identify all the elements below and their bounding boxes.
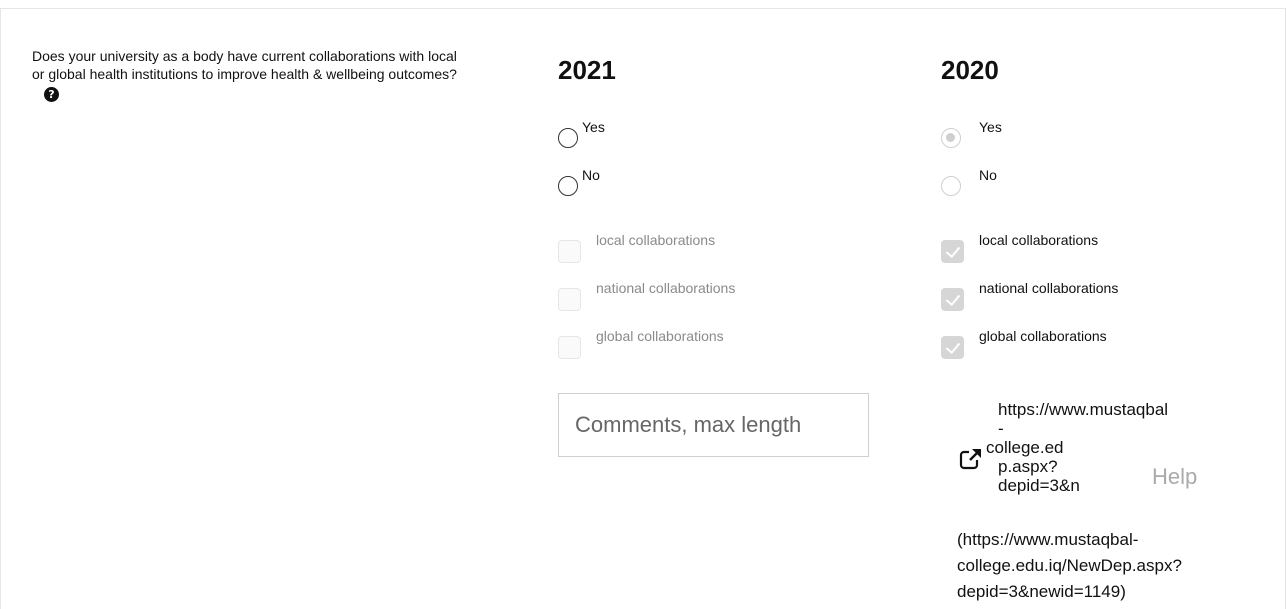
radio-button[interactable] [558,176,578,196]
link-line: https://www.mustaqbal [998,400,1169,419]
full-url-line: (https://www.mustaqbal- [957,530,1139,549]
checkbox[interactable] [558,288,581,311]
year-heading-2020: 2020 [941,55,999,85]
checkbox-label: national collaborations [979,280,1119,296]
radio-label: Yes [582,119,605,135]
link-line: - [998,419,1004,438]
radio-label: No [979,167,997,183]
question-circle-icon[interactable]: ? [44,87,59,102]
radio-button[interactable] [558,128,578,148]
external-link-icon[interactable] [959,447,983,471]
full-url: (https://www.mustaqbal- college.edu.iq/N… [957,527,1277,605]
checkbox-label: global collaborations [596,328,724,344]
question-block: Does your university as a body have curr… [32,47,472,102]
checkbox-label: national collaborations [596,280,736,296]
checkbox[interactable] [941,336,964,359]
checkbox[interactable] [558,336,581,359]
checkbox-label: global collaborations [979,328,1107,344]
help-label[interactable]: Help [1152,466,1197,488]
checkbox[interactable] [941,240,964,263]
year-heading-2021: 2021 [558,55,616,85]
checkbox-label: local collaborations [979,232,1099,248]
radio-button[interactable] [941,128,961,148]
comments-field[interactable]: Comments, max length [558,393,869,457]
radio-button[interactable] [941,176,961,196]
radio-label: Yes [979,119,1002,135]
checkbox[interactable] [941,288,964,311]
question-text: Does your university as a body have curr… [32,48,457,82]
full-url-line: college.edu.iq/NewDep.aspx? [957,556,1182,575]
checkbox-label: local collaborations [596,232,716,248]
checkbox[interactable] [558,240,581,263]
column-2020: 2020 Yes No local collaborations nationa… [941,50,1271,601]
column-2021: 2021 Yes No local collaborations nationa… [558,50,878,457]
link-line: college.ed [986,438,1064,457]
radio-label: No [582,167,600,183]
full-url-line: depid=3&newid=1149) [957,582,1126,601]
